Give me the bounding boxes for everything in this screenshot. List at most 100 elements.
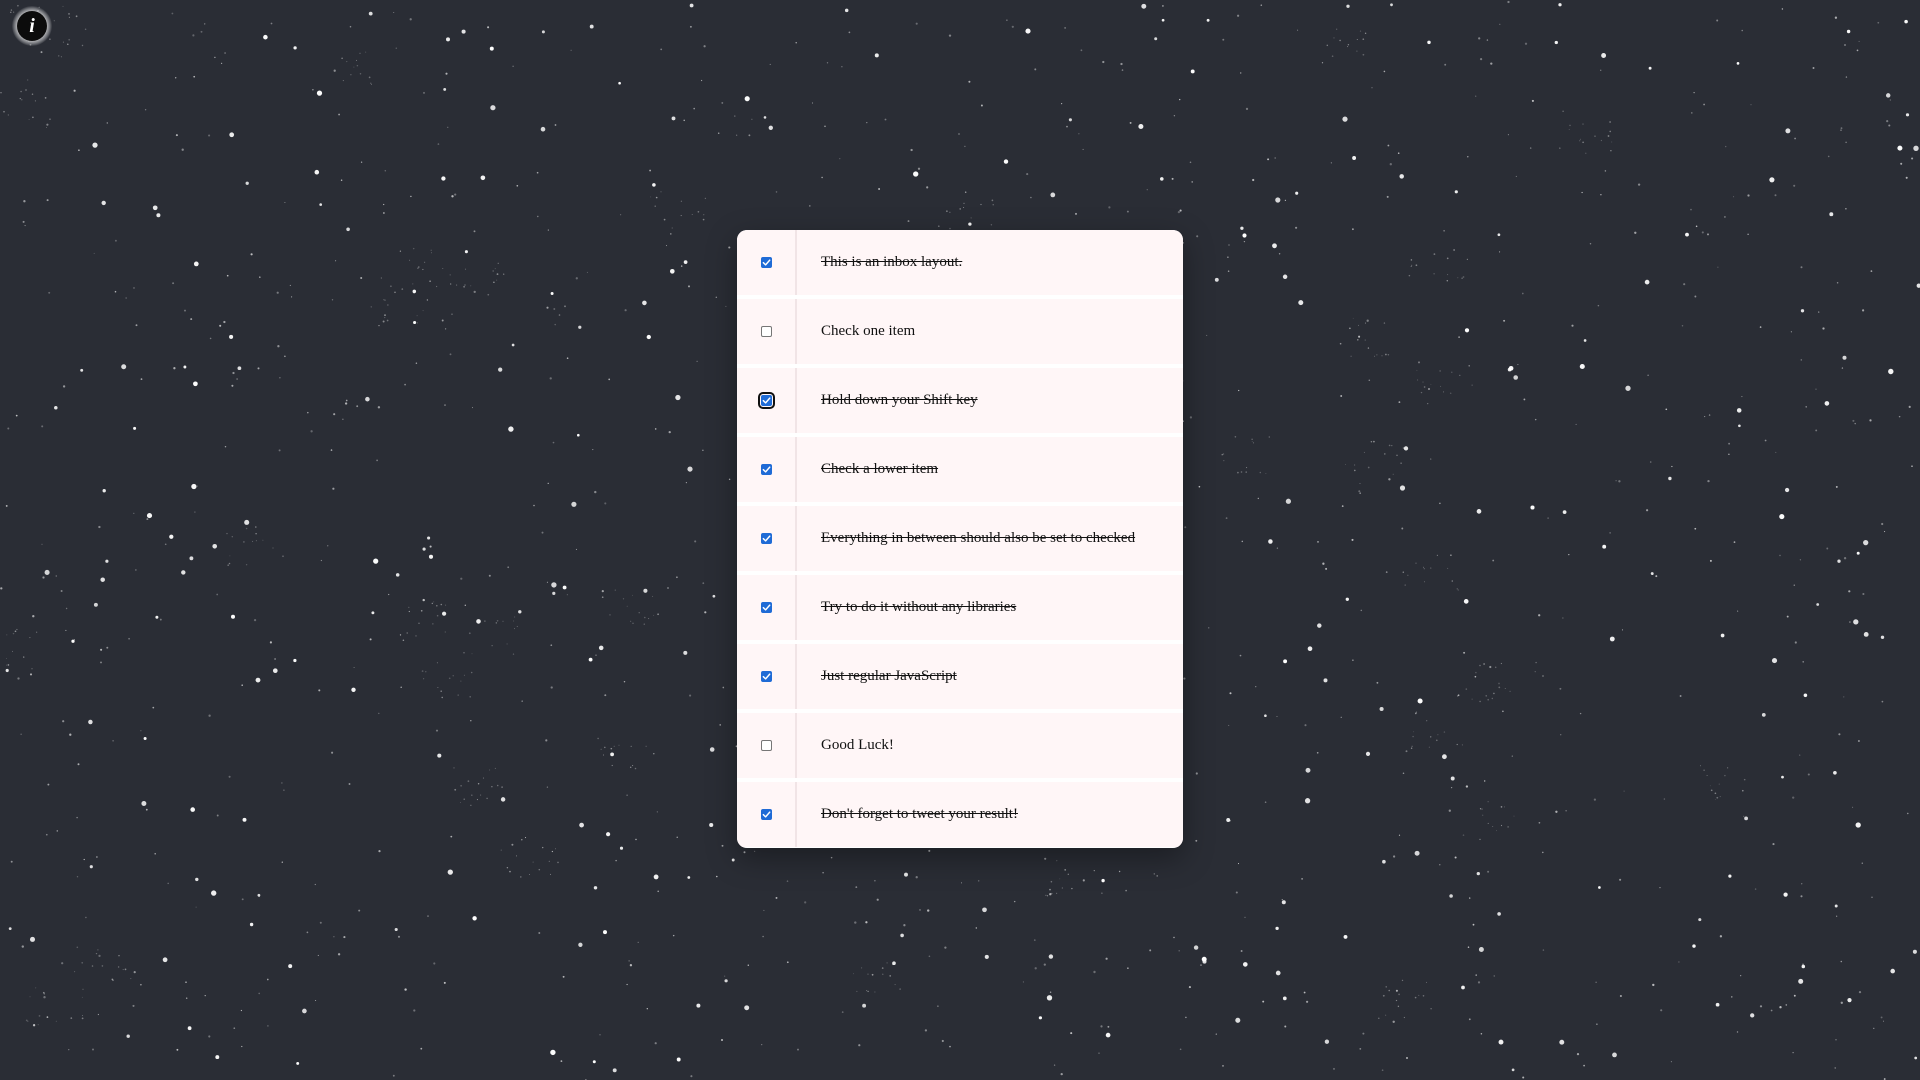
star bbox=[1340, 716, 1342, 718]
star bbox=[1146, 189, 1148, 191]
inbox-item[interactable]: Hold down your Shift key bbox=[737, 368, 1183, 437]
star bbox=[1239, 72, 1242, 74]
star bbox=[1398, 401, 1401, 404]
star bbox=[46, 126, 48, 128]
star bbox=[215, 1055, 220, 1060]
star bbox=[83, 858, 85, 861]
star bbox=[350, 74, 352, 76]
star bbox=[1846, 29, 1851, 34]
star bbox=[612, 1068, 617, 1073]
item-checkbox[interactable] bbox=[760, 257, 772, 268]
star bbox=[241, 898, 244, 901]
star bbox=[1858, 40, 1860, 42]
star bbox=[20, 90, 22, 93]
inbox-item[interactable]: Good Luck! bbox=[737, 713, 1183, 782]
star bbox=[1583, 339, 1587, 342]
star bbox=[293, 46, 297, 50]
star bbox=[1424, 581, 1425, 583]
item-checkbox[interactable] bbox=[760, 740, 772, 751]
star bbox=[1597, 304, 1600, 307]
star bbox=[1275, 926, 1279, 931]
star bbox=[1400, 462, 1402, 464]
inbox-item[interactable]: This is an inbox layout. bbox=[737, 230, 1183, 299]
item-checkbox[interactable] bbox=[760, 533, 772, 544]
star bbox=[114, 290, 117, 293]
star bbox=[1451, 371, 1453, 373]
item-checkbox[interactable] bbox=[760, 464, 772, 475]
star bbox=[1912, 949, 1917, 954]
star bbox=[415, 635, 417, 637]
star bbox=[1583, 1064, 1585, 1067]
item-checkbox[interactable] bbox=[760, 671, 772, 682]
star bbox=[1475, 95, 1477, 97]
star bbox=[344, 402, 348, 405]
star bbox=[1003, 159, 1009, 164]
inbox-item[interactable]: Try to do it without any libraries bbox=[737, 575, 1183, 644]
star bbox=[231, 536, 233, 538]
star bbox=[296, 1061, 300, 1065]
star bbox=[1493, 975, 1495, 977]
star bbox=[302, 1008, 307, 1014]
star bbox=[728, 478, 731, 481]
item-checkbox[interactable] bbox=[760, 809, 772, 820]
star bbox=[1442, 754, 1447, 760]
inbox-item[interactable]: Everything in between should also be set… bbox=[737, 506, 1183, 575]
star bbox=[680, 200, 683, 202]
inbox-item[interactable]: Don't forget to tweet your result! bbox=[737, 782, 1183, 847]
star bbox=[451, 195, 454, 198]
star bbox=[1774, 194, 1777, 197]
star bbox=[1330, 162, 1332, 164]
item-checkbox[interactable] bbox=[760, 326, 772, 337]
star bbox=[1663, 798, 1666, 800]
star bbox=[480, 175, 486, 181]
star bbox=[1869, 419, 1872, 422]
star bbox=[1444, 63, 1447, 66]
star bbox=[152, 706, 155, 709]
star bbox=[1717, 266, 1719, 268]
inbox-item[interactable]: Check one item bbox=[737, 299, 1183, 368]
star bbox=[628, 960, 630, 962]
star bbox=[97, 949, 99, 951]
star bbox=[77, 763, 80, 766]
star bbox=[133, 287, 135, 289]
star bbox=[1815, 429, 1818, 432]
star bbox=[16, 628, 18, 631]
star bbox=[399, 634, 402, 636]
star bbox=[190, 807, 195, 812]
star bbox=[649, 169, 652, 172]
star bbox=[1856, 551, 1860, 555]
star bbox=[259, 276, 261, 278]
star bbox=[1364, 322, 1367, 324]
star bbox=[1581, 191, 1583, 194]
star bbox=[1498, 1039, 1504, 1045]
star bbox=[1252, 442, 1254, 444]
star bbox=[1621, 629, 1624, 631]
star bbox=[566, 357, 569, 360]
star bbox=[1358, 490, 1361, 493]
star bbox=[634, 767, 637, 770]
item-checkbox[interactable] bbox=[757, 392, 775, 409]
star bbox=[404, 383, 406, 386]
inbox-item[interactable]: Check a lower item bbox=[737, 437, 1183, 506]
star bbox=[1183, 677, 1186, 680]
star bbox=[507, 566, 510, 569]
star bbox=[513, 620, 515, 622]
star bbox=[193, 75, 196, 78]
star bbox=[152, 205, 158, 211]
star bbox=[435, 729, 439, 732]
item-checkbox[interactable] bbox=[760, 602, 772, 613]
info-button[interactable]: i bbox=[12, 6, 52, 46]
star bbox=[1579, 140, 1581, 142]
star bbox=[422, 268, 424, 271]
star bbox=[1385, 571, 1388, 573]
star bbox=[1417, 698, 1423, 704]
star bbox=[240, 1009, 243, 1012]
star bbox=[229, 555, 231, 557]
star bbox=[348, 783, 351, 785]
star bbox=[46, 1016, 49, 1018]
star bbox=[464, 284, 466, 286]
star bbox=[1402, 571, 1405, 573]
star bbox=[719, 724, 721, 726]
star bbox=[861, 967, 863, 969]
inbox-item[interactable]: Just regular JavaScript bbox=[737, 644, 1183, 713]
